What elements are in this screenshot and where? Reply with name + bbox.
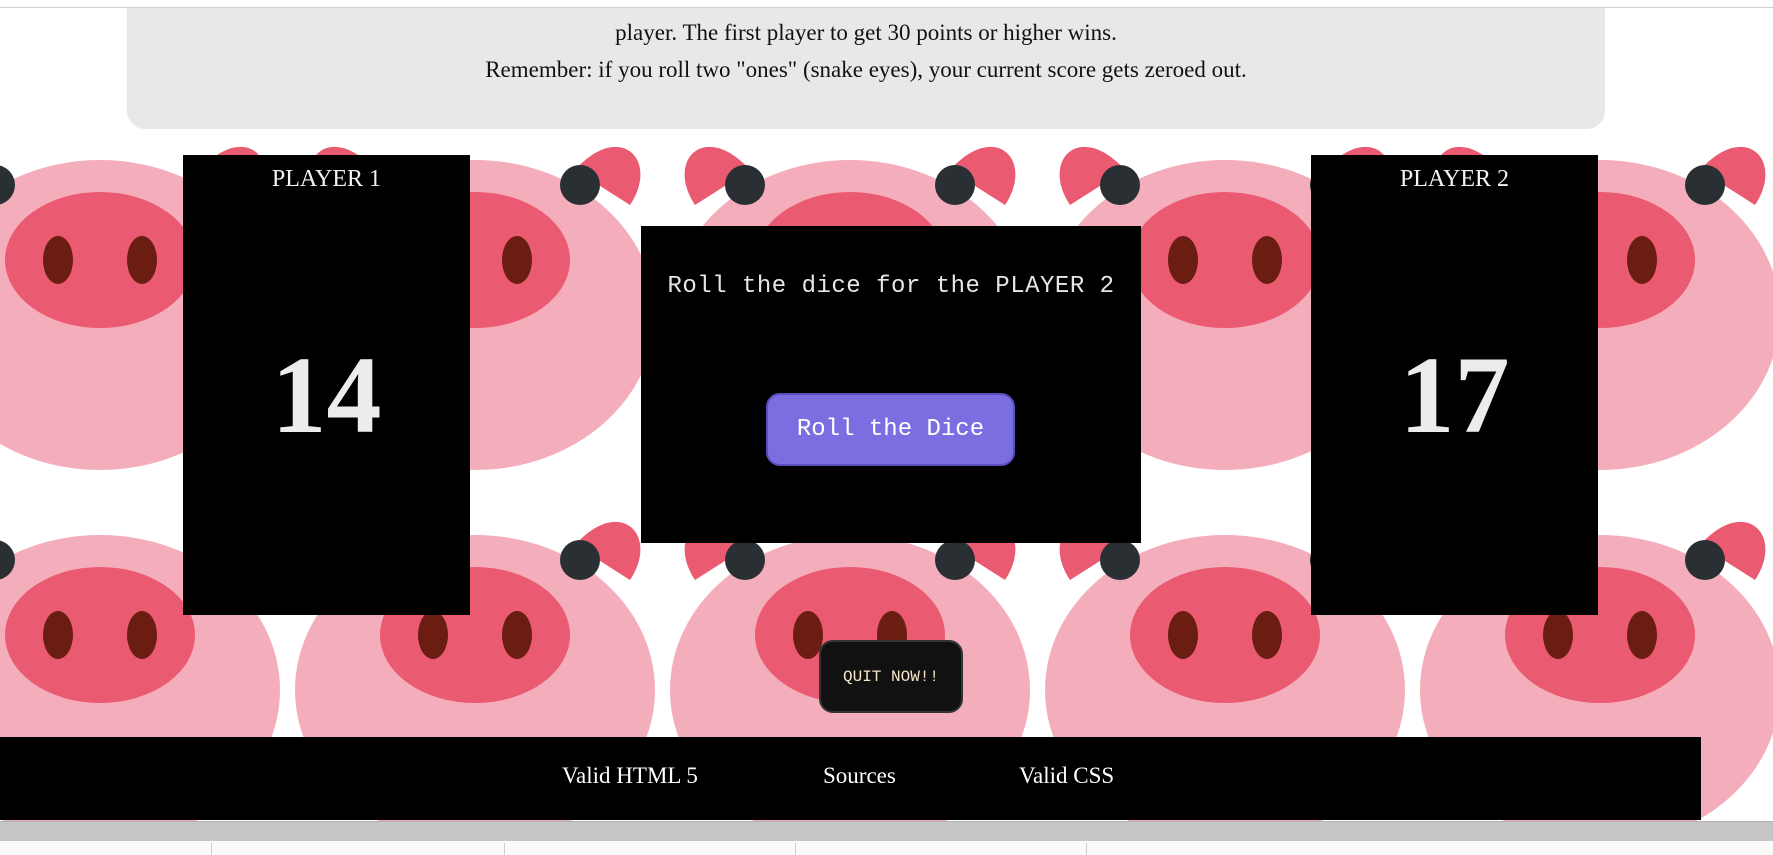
divider	[211, 843, 212, 855]
footer-link-valid-html[interactable]: Valid HTML 5	[562, 763, 698, 789]
player-2-name: PLAYER 2	[1399, 166, 1510, 192]
player-1-name: PLAYER 1	[271, 166, 382, 192]
rules-line-1: player. The first player to get 30 point…	[615, 20, 1117, 45]
divider	[504, 843, 505, 855]
rules-panel: player. The first player to get 30 point…	[127, 8, 1605, 129]
divider	[1086, 843, 1087, 855]
rules-line-2: Remember: if you roll two "ones" (snake …	[485, 57, 1247, 82]
top-edge	[0, 0, 1773, 8]
footer: Valid HTML 5 Sources Valid CSS	[0, 737, 1701, 820]
player-2-panel: PLAYER 2 17	[1311, 155, 1598, 615]
player-2-score: 17	[1399, 334, 1510, 456]
page-bottom-strip	[0, 841, 1773, 855]
horizontal-scrollbar[interactable]	[0, 821, 1773, 841]
divider	[795, 843, 796, 855]
player-1-panel: PLAYER 1 14	[183, 155, 470, 615]
footer-link-sources[interactable]: Sources	[823, 763, 896, 789]
quit-button[interactable]: QUIT NOW!!	[819, 640, 963, 713]
game-panel: Roll the dice for the PLAYER 2 Roll the …	[641, 226, 1141, 543]
turn-message: Roll the dice for the PLAYER 2	[667, 273, 1115, 300]
roll-dice-button[interactable]: Roll the Dice	[766, 393, 1015, 466]
footer-link-valid-css[interactable]: Valid CSS	[1019, 763, 1114, 789]
player-1-score: 14	[271, 334, 382, 456]
